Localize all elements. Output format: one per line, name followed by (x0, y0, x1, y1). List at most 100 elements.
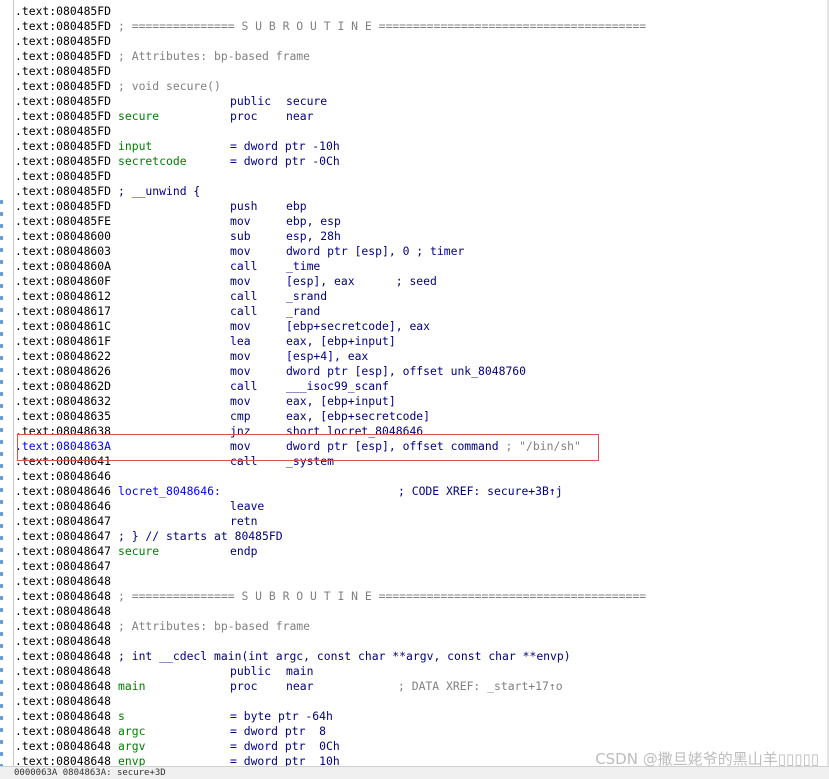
instruction-operands: [esp], eax ; seed (286, 274, 437, 288)
instruction-mnemonic: mov (230, 364, 251, 378)
line-comment: ; int __cdecl main(int argc, const char … (118, 649, 571, 663)
line-address[interactable]: .text:0804861C (15, 319, 111, 334)
symbol-name[interactable]: secure (118, 544, 159, 559)
symbol-name[interactable]: secretcode (118, 154, 187, 169)
flow-dot (0, 608, 3, 612)
line-address[interactable]: .text:0804862D (15, 379, 111, 394)
flow-dot (0, 728, 3, 732)
line-address[interactable]: .text:080485FD (15, 94, 111, 109)
symbol-name[interactable]: main (118, 679, 145, 694)
flow-dot (0, 260, 3, 264)
line-address[interactable]: .text:08048648 (15, 619, 111, 634)
code-label[interactable]: locret_8048646: (118, 484, 221, 499)
instruction-operands: secure (286, 94, 328, 108)
line-address[interactable]: .text:08048646 (15, 499, 111, 514)
line-address[interactable]: .text:08048635 (15, 409, 111, 424)
line-comment: ; =============== S U B R O U T I N E ==… (118, 19, 647, 33)
instruction-mnemonic: endp (230, 544, 258, 558)
line-address[interactable]: .text:0804860A (15, 259, 111, 274)
line-comment: ; void secure() (118, 79, 221, 93)
flow-dot (0, 704, 3, 708)
disassembly-listing[interactable]: .text:080485FD .text:080485FD; ==========… (0, 0, 829, 766)
instruction-operands: ebp (286, 199, 307, 213)
line-address[interactable]: .text:080485FD (15, 64, 111, 79)
line-address[interactable]: .text:08048647 (15, 529, 111, 544)
line-address[interactable]: .text:08048647 (15, 544, 111, 559)
line-address[interactable]: .text:08048603 (15, 244, 111, 259)
line-address[interactable]: .text:08048647 (15, 559, 111, 574)
line-address[interactable]: .text:08048648 (15, 649, 111, 664)
line-address[interactable]: .text:08048648 (15, 574, 111, 589)
line-address[interactable]: .text:08048648 (15, 679, 111, 694)
line-address[interactable]: .text:08048632 (15, 394, 111, 409)
flow-dot (0, 440, 3, 444)
line-address[interactable]: .text:08048600 (15, 229, 111, 244)
line-address[interactable]: .text:080485FD (15, 109, 111, 124)
line-address[interactable]: .text:080485FD (15, 184, 111, 199)
line-address[interactable]: .text:08048648 (15, 724, 111, 739)
instruction-mnemonic: call (230, 304, 258, 318)
flow-dot (0, 620, 3, 624)
instruction-mnemonic: public (230, 664, 272, 678)
data-xref-comment[interactable]: ; DATA XREF: _start+17↑o (398, 679, 563, 694)
instruction-operands: eax, [ebp+secretcode] (286, 409, 431, 423)
flow-dot (0, 392, 3, 396)
flow-dot (0, 752, 3, 756)
line-address[interactable]: .text:080485FD (15, 34, 111, 49)
instruction-mnemonic: mov (230, 214, 251, 228)
flow-dot (0, 452, 3, 456)
instruction-operands: eax, [ebp+input] (286, 394, 396, 408)
line-address[interactable]: .text:08048647 (15, 514, 111, 529)
line-address[interactable]: .text:080485FD (15, 199, 111, 214)
flow-dot (0, 272, 3, 276)
line-address[interactable]: .text:08048648 (15, 709, 111, 724)
symbol-name[interactable]: argc (118, 724, 145, 739)
line-address[interactable]: .text:080485FD (15, 139, 111, 154)
line-address[interactable]: .text:08048646 (15, 469, 111, 484)
flow-dot (0, 656, 3, 660)
stack-var-definition: = byte ptr -64h (230, 709, 333, 723)
symbol-name[interactable]: argv (118, 739, 145, 754)
symbol-name[interactable]: envp (118, 754, 145, 766)
line-address[interactable]: .text:08048648 (15, 634, 111, 649)
instruction-operands: ebp, esp (286, 214, 341, 228)
flow-dot (0, 596, 3, 600)
line-address[interactable]: .text:080485FD (15, 19, 111, 34)
flow-dot (0, 548, 3, 552)
line-address[interactable]: .text:08048648 (15, 589, 111, 604)
instruction-mnemonic: call (230, 379, 258, 393)
line-comment: ; } // starts at 80485FD (118, 529, 283, 543)
symbol-name[interactable]: secure (118, 109, 159, 124)
flow-dot (0, 212, 3, 216)
line-address[interactable]: .text:080485FD (15, 4, 111, 19)
line-address[interactable]: .text:08048622 (15, 349, 111, 364)
line-address[interactable]: .text:0804860F (15, 274, 111, 289)
code-xref-comment[interactable]: ; CODE XREF: secure+3B↑j (398, 484, 563, 499)
flow-dot (0, 536, 3, 540)
symbol-name[interactable]: input (118, 139, 152, 154)
line-address[interactable]: .text:08048648 (15, 664, 111, 679)
line-address[interactable]: .text:08048617 (15, 304, 111, 319)
line-address[interactable]: .text:08048648 (15, 739, 111, 754)
line-address[interactable]: .text:08048646 (15, 484, 111, 499)
line-address[interactable]: .text:080485FE (15, 214, 111, 229)
line-address[interactable]: .text:080485FD (15, 49, 111, 64)
flow-dot (0, 332, 3, 336)
line-address[interactable]: .text:08048626 (15, 364, 111, 379)
line-address[interactable]: .text:08048612 (15, 289, 111, 304)
line-address[interactable]: .text:080485FD (15, 154, 111, 169)
symbol-name[interactable]: s (118, 709, 125, 724)
line-address[interactable]: .text:080485FD (15, 79, 111, 94)
flow-dot (0, 416, 3, 420)
line-address[interactable]: .text:0804861F (15, 334, 111, 349)
stack-var-definition: = dword ptr 8 (230, 724, 327, 738)
flow-dot (0, 560, 3, 564)
line-address[interactable]: .text:080485FD (15, 124, 111, 139)
flow-dot (0, 224, 3, 228)
flow-dot (0, 344, 3, 348)
line-address[interactable]: .text:08048648 (15, 604, 111, 619)
line-address[interactable]: .text:080485FD (15, 169, 111, 184)
line-address[interactable]: .text:08048648 (15, 694, 111, 709)
line-address[interactable]: .text:08048648 (15, 754, 111, 766)
flow-dot (0, 644, 3, 648)
